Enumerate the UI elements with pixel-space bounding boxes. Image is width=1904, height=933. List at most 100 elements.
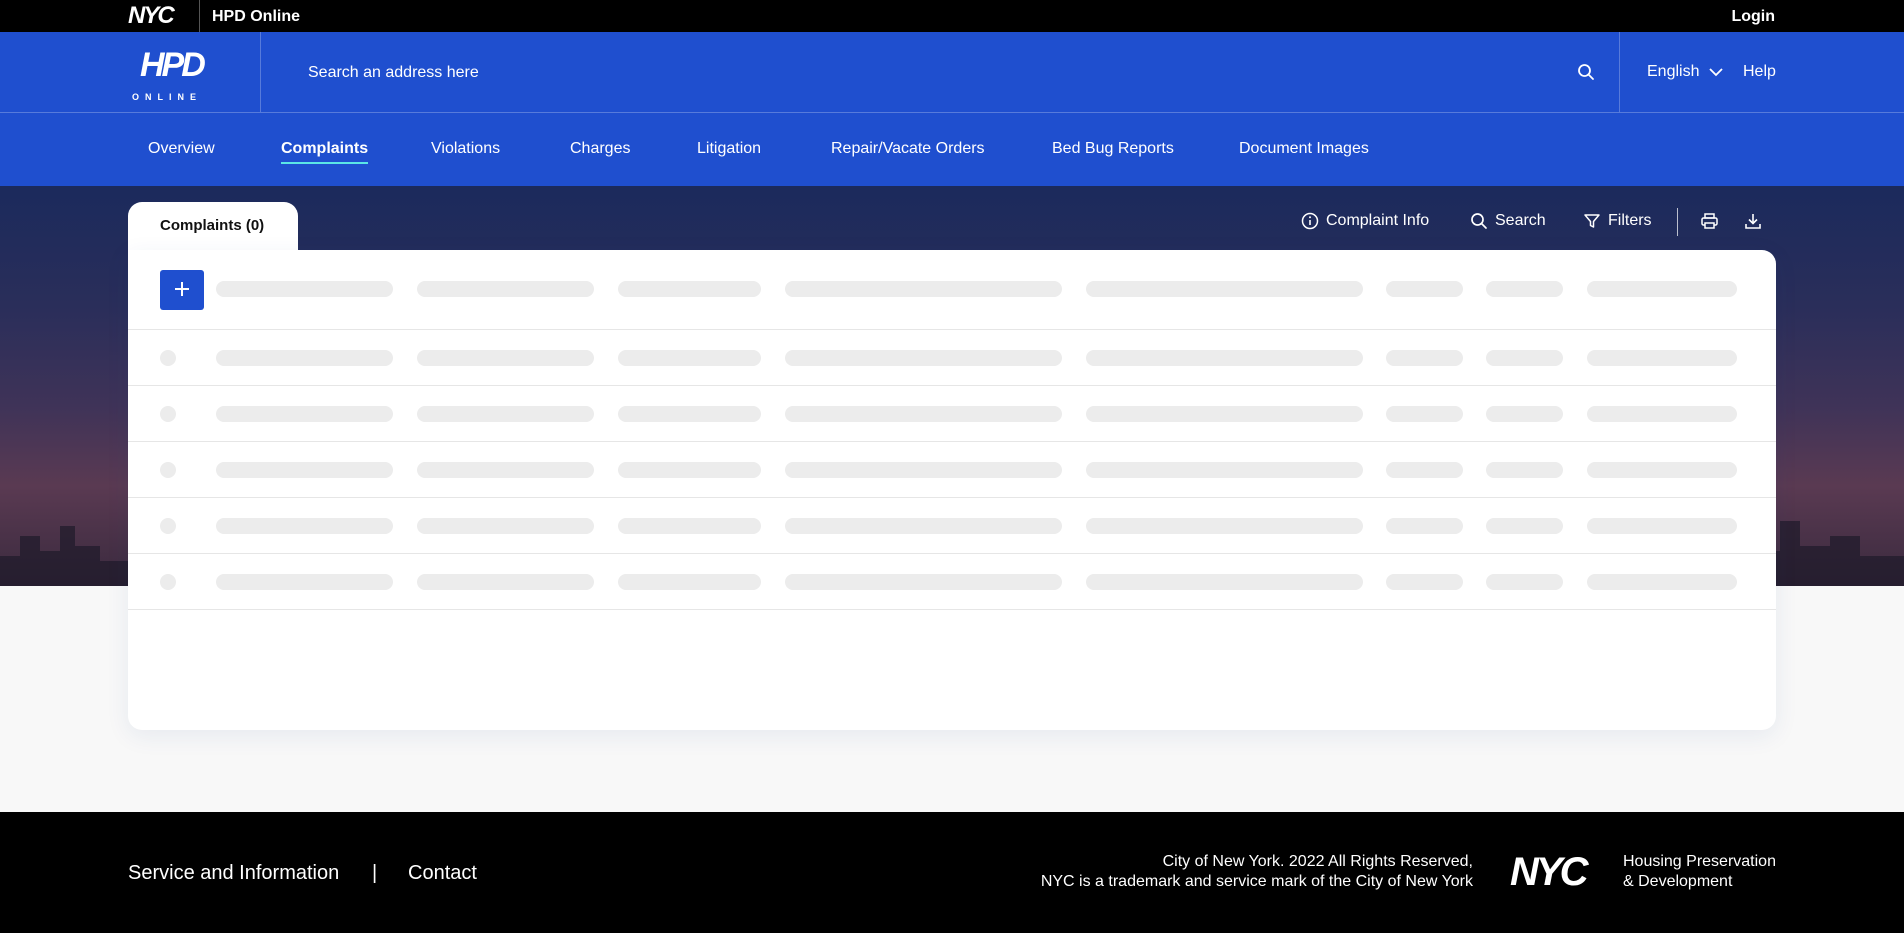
skeleton-bar xyxy=(1486,518,1563,534)
filters-label: Filters xyxy=(1608,212,1652,229)
skeleton-bar xyxy=(216,406,393,422)
complaints-table-card xyxy=(128,250,1776,730)
skeleton-bar xyxy=(618,518,761,534)
trademark-line: NYC is a trademark and service mark of t… xyxy=(1040,873,1473,890)
address-search-input[interactable] xyxy=(308,60,1558,86)
tab-violations[interactable]: Violations xyxy=(431,140,500,158)
tab-litigation[interactable]: Litigation xyxy=(697,140,761,158)
skeleton-bar xyxy=(1386,574,1463,590)
skeleton-bar xyxy=(1086,281,1363,297)
skeleton-bar xyxy=(1587,462,1737,478)
skeleton-bar xyxy=(1086,406,1363,422)
skeleton-bar xyxy=(785,281,1062,297)
hpd-online-logo[interactable]: HPD ONLINE xyxy=(132,42,208,106)
skeleton-checkbox xyxy=(160,350,176,366)
skeleton-bar xyxy=(1386,462,1463,478)
skeleton-bar xyxy=(417,281,594,297)
add-button[interactable] xyxy=(160,270,204,310)
skeleton-bar xyxy=(1086,574,1363,590)
filter-icon xyxy=(1584,214,1600,228)
skeleton-bar xyxy=(216,574,393,590)
skeleton-bar xyxy=(1587,350,1737,366)
skeleton-bar xyxy=(1587,574,1737,590)
info-icon xyxy=(1301,212,1319,230)
plus-icon xyxy=(175,281,189,296)
skeleton-bar xyxy=(618,406,761,422)
skeleton-bar xyxy=(1086,518,1363,534)
tab-complaints[interactable]: Complaints xyxy=(281,140,369,164)
skeleton-bar xyxy=(618,462,761,478)
complaint-info-label: Complaint Info xyxy=(1326,212,1430,229)
skeleton-bar xyxy=(1486,574,1563,590)
skeleton-bar xyxy=(1486,350,1563,366)
search-button[interactable]: Search xyxy=(1470,212,1546,230)
search-label: Search xyxy=(1495,212,1546,229)
row-divider xyxy=(128,329,1776,330)
site-footer: Service and Information | Contact City o… xyxy=(0,812,1904,933)
search-icon[interactable] xyxy=(1577,63,1595,81)
agency-line: Housing Preservation xyxy=(1623,853,1776,870)
search-icon xyxy=(1471,213,1487,229)
print-button[interactable] xyxy=(1700,212,1719,230)
top-bar: NYC HPD Online Login xyxy=(0,0,1904,32)
skeleton-bar xyxy=(417,518,594,534)
divider xyxy=(1619,32,1620,112)
skeleton-bar xyxy=(216,350,393,366)
skeleton-bar xyxy=(216,518,393,534)
agency-name: Housing Preservation & Development xyxy=(1623,852,1776,892)
tab-repair-vacate-orders[interactable]: Repair/Vacate Orders xyxy=(831,140,985,158)
row-divider xyxy=(128,441,1776,442)
skeleton-checkbox xyxy=(160,462,176,478)
app-name: HPD Online xyxy=(212,8,301,25)
chevron-down-icon xyxy=(1709,68,1724,77)
skeleton-checkbox xyxy=(160,574,176,590)
skeleton-bar xyxy=(216,462,393,478)
complaint-info-button[interactable]: Complaint Info xyxy=(1301,212,1429,230)
skeleton-bar xyxy=(417,406,594,422)
skeleton-bar xyxy=(417,574,594,590)
skeleton-bar xyxy=(618,350,761,366)
skeleton-bar xyxy=(1587,406,1737,422)
skeleton-bar xyxy=(785,350,1062,366)
tab-document-images[interactable]: Document Images xyxy=(1239,140,1369,158)
skeleton-bar xyxy=(785,518,1062,534)
skeleton-bar xyxy=(1486,281,1563,297)
skeleton-bar xyxy=(618,281,761,297)
skeleton-bar xyxy=(1587,281,1737,297)
copyright-text: City of New York. 2022 All Rights Reserv… xyxy=(1041,852,1473,892)
download-button[interactable] xyxy=(1744,212,1762,230)
skeleton-bar xyxy=(1386,406,1463,422)
skeleton-bar xyxy=(618,574,761,590)
skeleton-bar xyxy=(1386,350,1463,366)
skeleton-bar xyxy=(1486,462,1563,478)
skeleton-bar xyxy=(1086,462,1363,478)
complaints-count-tab[interactable]: Complaints (0) xyxy=(128,202,298,252)
filters-button[interactable]: Filters xyxy=(1583,212,1652,230)
help-link[interactable]: Help xyxy=(1743,63,1776,81)
skeleton-bar xyxy=(1086,350,1363,366)
skeleton-bar xyxy=(417,350,594,366)
complaints-count-label: Complaints (0) xyxy=(160,217,265,234)
skeleton-bar xyxy=(216,281,393,297)
login-link[interactable]: Login xyxy=(1731,8,1775,26)
agency-line: & Development xyxy=(1623,873,1733,890)
tab-charges[interactable]: Charges xyxy=(570,140,630,158)
site-header: HPD ONLINE English Help Overview Complai… xyxy=(0,32,1904,186)
tab-overview[interactable]: Overview xyxy=(148,140,215,158)
skeleton-bar xyxy=(785,574,1062,590)
service-information-link[interactable]: Service and Information xyxy=(128,862,339,885)
download-icon xyxy=(1745,214,1761,229)
skeleton-checkbox xyxy=(160,406,176,422)
nyc-footer-logo: NYC xyxy=(1510,850,1588,894)
skeleton-bar xyxy=(417,462,594,478)
row-divider xyxy=(128,385,1776,386)
row-divider xyxy=(128,497,1776,498)
logo-subtext: ONLINE xyxy=(132,92,203,102)
divider xyxy=(199,0,200,32)
contact-link[interactable]: Contact xyxy=(408,862,477,885)
language-select[interactable]: English xyxy=(1647,63,1724,81)
tab-bed-bug-reports[interactable]: Bed Bug Reports xyxy=(1052,140,1174,158)
divider xyxy=(260,32,261,112)
skeleton-checkbox xyxy=(160,518,176,534)
skeleton-bar xyxy=(785,406,1062,422)
